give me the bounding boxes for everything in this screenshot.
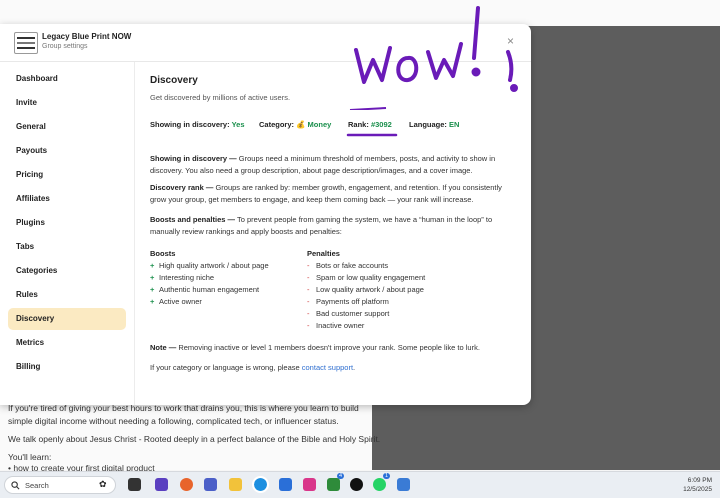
sidebar-item-categories[interactable]: Categories <box>8 260 126 282</box>
penalty-item: - Bad customer support <box>307 309 390 318</box>
sidebar-item-discovery[interactable]: Discovery <box>8 308 126 330</box>
close-icon[interactable]: × <box>507 34 514 48</box>
sidebar-item-invite[interactable]: Invite <box>8 92 126 114</box>
penalties-heading: Penalties <box>307 249 340 258</box>
taskbar-search[interactable]: Search ✿ <box>4 476 116 494</box>
sidebar-item-metrics[interactable]: Metrics <box>8 332 126 354</box>
group-name: Legacy Blue Print NOW <box>42 32 132 41</box>
boost-item: + Authentic human engagement <box>150 285 260 294</box>
penalty-item: - Bots or fake accounts <box>307 261 389 270</box>
showing-in-discovery-paragraph: Showing in discovery — Groups need a min… <box>150 154 496 175</box>
page-title: Discovery <box>150 75 198 86</box>
whatsapp-icon[interactable]: 1 <box>373 473 390 491</box>
search-icon <box>11 481 20 490</box>
sidebar-item-billing[interactable]: Billing <box>8 356 126 378</box>
rank-status: Rank: #3092 <box>348 120 392 129</box>
flower-icon: ✿ <box>99 479 107 489</box>
rank-underline-annotation <box>346 133 398 137</box>
penalty-item: - Inactive owner <box>307 321 365 330</box>
boosts-heading: Boosts <box>150 249 176 258</box>
showing-in-discovery-status: Showing in discovery: Yes <box>150 120 245 129</box>
penalty-item: - Spam or low quality engagement <box>307 273 426 282</box>
penalty-item: - Payments off platform <box>307 297 389 306</box>
sidebar-item-payouts[interactable]: Payouts <box>8 140 126 162</box>
category-status: Category: 💰 Money <box>259 120 332 129</box>
app-icon[interactable] <box>397 478 410 491</box>
settings-sidebar: Dashboard Invite General Payouts Pricing… <box>0 62 135 405</box>
money-bag-icon: 💰 <box>296 120 306 129</box>
sidebar-item-dashboard[interactable]: Dashboard <box>8 68 126 90</box>
app-icon[interactable] <box>303 478 316 491</box>
boost-item: + Active owner <box>150 297 202 306</box>
task-view-icon[interactable] <box>128 478 141 491</box>
store-icon[interactable] <box>279 478 292 491</box>
penalty-item: - Low quality artwork / about page <box>307 285 424 294</box>
sidebar-item-plugins[interactable]: Plugins <box>8 212 126 234</box>
boost-item: + Interesting niche <box>150 273 215 282</box>
bg-text-line: You'll learn: <box>8 452 52 462</box>
modal-header: Legacy Blue Print NOW Group settings × <box>0 24 531 62</box>
tiktok-icon[interactable] <box>350 478 363 491</box>
system-clock[interactable]: 6:09 PM 12/5/2025 <box>683 476 712 494</box>
sidebar-item-tabs[interactable]: Tabs <box>8 236 126 258</box>
page-subtitle: Get discovered by millions of active use… <box>150 93 291 102</box>
teams-icon[interactable] <box>204 478 217 491</box>
bg-text-line: simple digital income without needing a … <box>8 416 339 426</box>
note-paragraph: Note — Removing inactive or level 1 memb… <box>150 343 480 352</box>
group-settings-modal: Legacy Blue Print NOW Group settings × D… <box>0 24 531 405</box>
sidebar-item-general[interactable]: General <box>8 116 126 138</box>
xbox-icon[interactable]: 4 <box>327 473 344 491</box>
boost-item: + High quality artwork / about page <box>150 261 269 270</box>
windows-taskbar: Search ✿ 4 1 6:09 PM 12/5/2025 <box>0 471 720 498</box>
wrong-category-paragraph: If your category or language is wrong, p… <box>150 363 356 372</box>
group-settings-subtitle: Group settings <box>42 43 88 50</box>
file-explorer-icon[interactable] <box>229 478 242 491</box>
edge-icon[interactable] <box>252 476 269 493</box>
sidebar-item-pricing[interactable]: Pricing <box>8 164 126 186</box>
discovery-rank-paragraph: Discovery rank — Groups are ranked by: m… <box>150 183 502 204</box>
group-avatar <box>14 32 38 54</box>
sidebar-item-affiliates[interactable]: Affiliates <box>8 188 126 210</box>
search-label: Search <box>25 481 49 490</box>
contact-support-link[interactable]: contact support <box>302 363 353 372</box>
sidebar-item-rules[interactable]: Rules <box>8 284 126 306</box>
app-icon[interactable] <box>155 478 168 491</box>
language-status: Language: EN <box>409 120 460 129</box>
bg-text-line: We talk openly about Jesus Christ - Root… <box>8 434 381 444</box>
boosts-penalties-paragraph: Boosts and penalties — To prevent people… <box>150 215 493 236</box>
copilot-icon[interactable] <box>180 478 193 491</box>
